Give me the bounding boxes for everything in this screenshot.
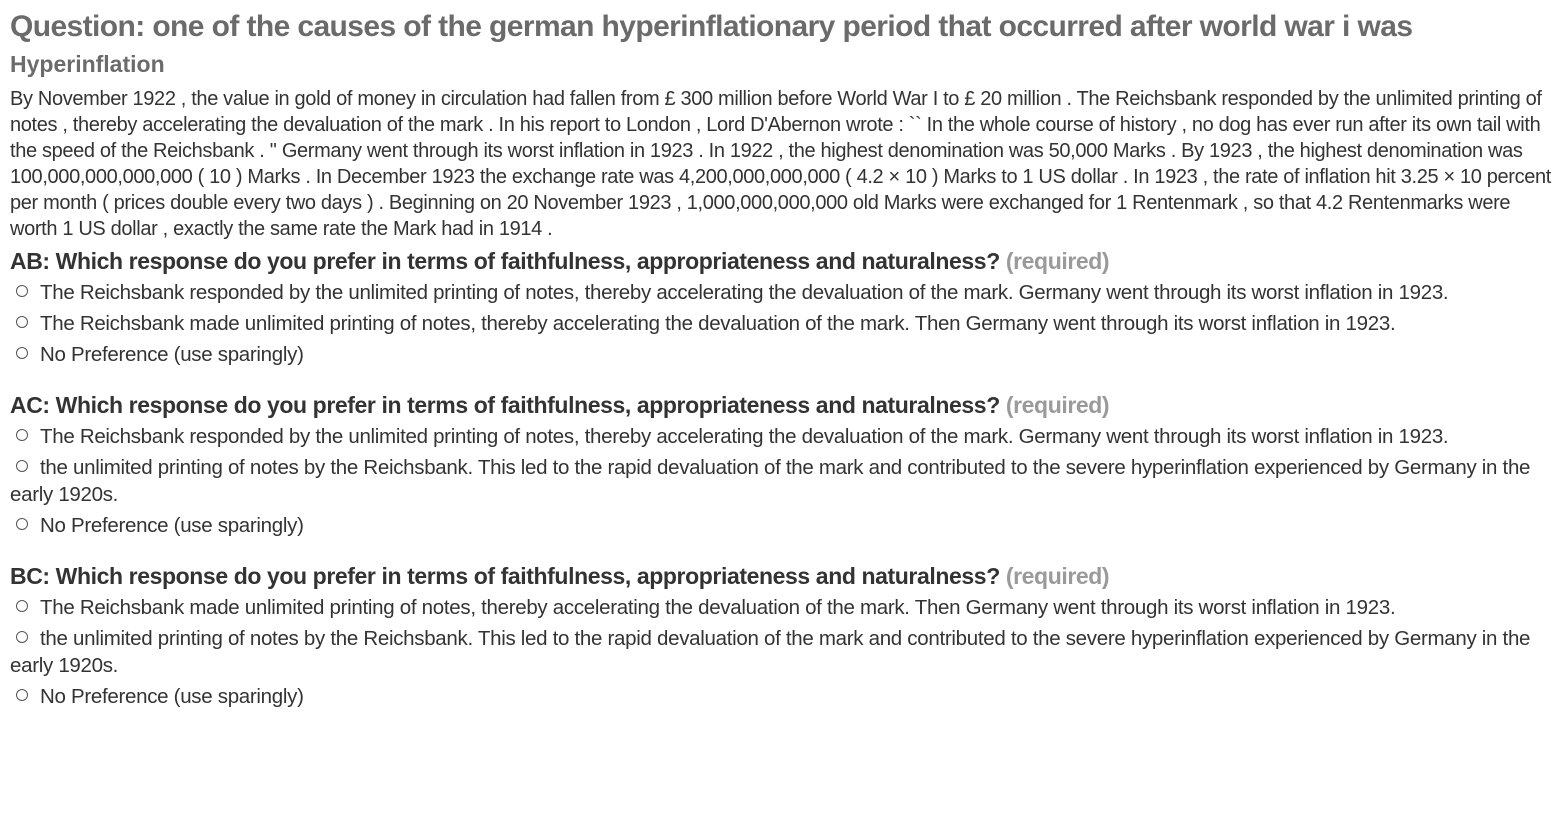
- option-label: The Reichsbank made unlimited printing o…: [40, 312, 1396, 335]
- comparison-bc-option-c[interactable]: the unlimited printing of notes by the R…: [10, 625, 1558, 679]
- radio-button[interactable]: [16, 347, 28, 359]
- passage-text: By November 1922 , the value in gold of …: [10, 88, 1551, 240]
- comparison-ab-no-preference[interactable]: No Preference (use sparingly): [10, 341, 1558, 368]
- radio-button[interactable]: [16, 600, 28, 612]
- option-label: The Reichsbank responded by the unlimite…: [40, 425, 1449, 448]
- comparison-bc-no-preference[interactable]: No Preference (use sparingly): [10, 683, 1558, 710]
- comparison-bc-question: BC: Which response do you prefer in term…: [10, 561, 1558, 591]
- comparison-ac-option-a[interactable]: The Reichsbank responded by the unlimite…: [10, 423, 1558, 450]
- radio-button[interactable]: [16, 429, 28, 441]
- option-label: the unlimited printing of notes by the R…: [10, 627, 1531, 677]
- comparison-ac-no-preference[interactable]: No Preference (use sparingly): [10, 512, 1558, 539]
- radio-button[interactable]: [16, 285, 28, 297]
- comparison-ac-question: AC: Which response do you prefer in term…: [10, 390, 1558, 420]
- required-marker: (required): [1005, 392, 1110, 418]
- comparison-ab-prompt: AB: Which response do you prefer in term…: [10, 248, 1000, 274]
- option-label: No Preference (use sparingly): [40, 514, 304, 537]
- comparison-ab-option-a[interactable]: The Reichsbank responded by the unlimite…: [10, 279, 1558, 306]
- comparison-bc: BC: Which response do you prefer in term…: [10, 561, 1558, 710]
- radio-button[interactable]: [16, 316, 28, 328]
- required-marker: (required): [1005, 248, 1110, 274]
- comparison-bc-prompt: BC: Which response do you prefer in term…: [10, 563, 1000, 589]
- comparison-ac-prompt: AC: Which response do you prefer in term…: [10, 392, 1000, 418]
- radio-button[interactable]: [16, 518, 28, 530]
- radio-button[interactable]: [16, 689, 28, 701]
- radio-button[interactable]: [16, 460, 28, 472]
- comparison-ac: AC: Which response do you prefer in term…: [10, 390, 1558, 539]
- comparison-ab-option-b[interactable]: The Reichsbank made unlimited printing o…: [10, 310, 1558, 337]
- comparison-ab: AB: Which response do you prefer in term…: [10, 246, 1558, 368]
- question-title: Question: one of the causes of the germa…: [10, 10, 1413, 43]
- radio-button[interactable]: [16, 631, 28, 643]
- passage-title: Hyperinflation: [10, 51, 165, 77]
- option-label: No Preference (use sparingly): [40, 343, 304, 366]
- option-label: No Preference (use sparingly): [40, 685, 304, 708]
- comparison-ac-option-c[interactable]: the unlimited printing of notes by the R…: [10, 454, 1558, 508]
- option-label: the unlimited printing of notes by the R…: [10, 456, 1531, 506]
- survey-page: Question: one of the causes of the germa…: [0, 0, 1568, 710]
- option-label: The Reichsbank made unlimited printing o…: [40, 596, 1396, 619]
- comparison-bc-option-b[interactable]: The Reichsbank made unlimited printing o…: [10, 594, 1558, 621]
- required-marker: (required): [1005, 563, 1110, 589]
- option-label: The Reichsbank responded by the unlimite…: [40, 281, 1449, 304]
- comparison-ab-question: AB: Which response do you prefer in term…: [10, 246, 1558, 276]
